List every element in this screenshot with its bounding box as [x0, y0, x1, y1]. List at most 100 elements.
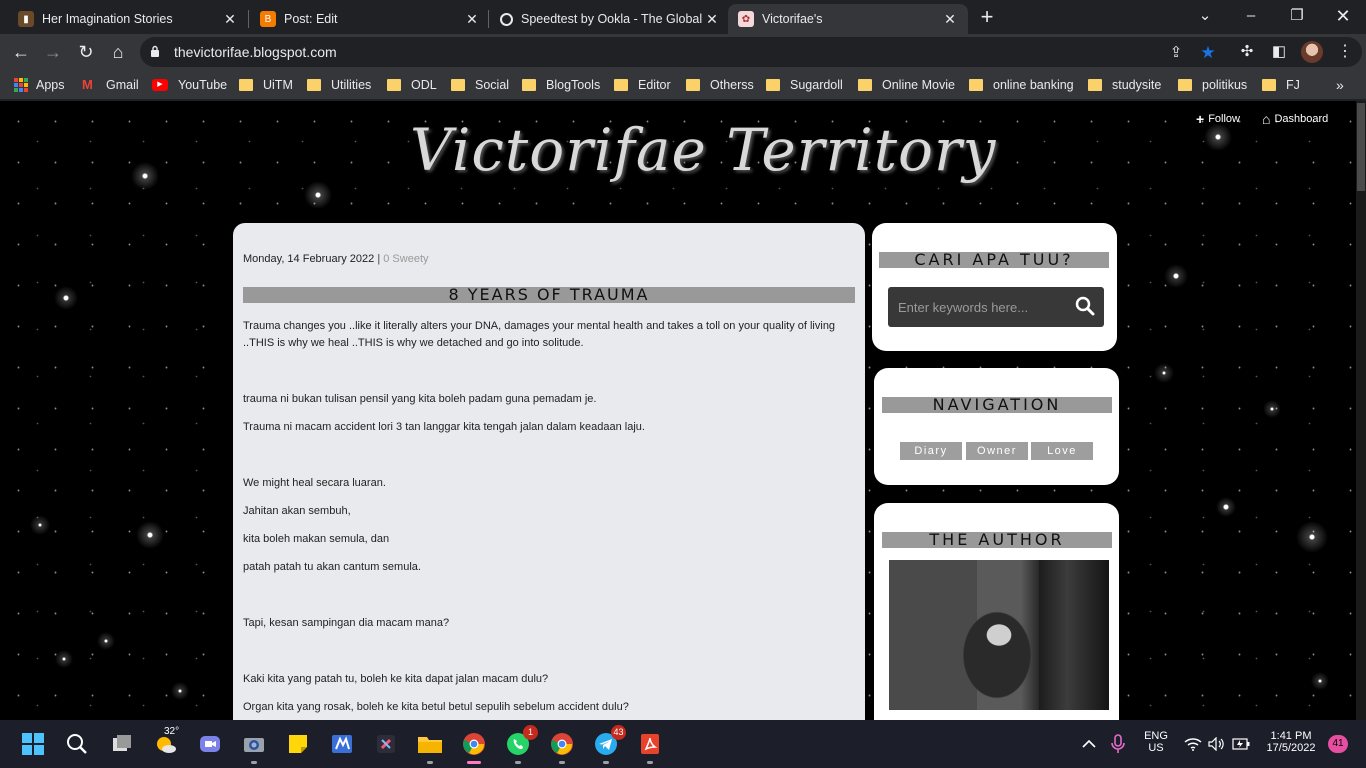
bookmark-apps[interactable]: Apps: [14, 76, 65, 94]
bookmark-uitm[interactable]: UiTM: [239, 76, 293, 94]
share-icon[interactable]: ⇪: [1165, 42, 1187, 64]
close-icon[interactable]: ✕: [222, 11, 238, 27]
bookmark-label: UiTM: [263, 78, 293, 92]
bookmark-utilities[interactable]: Utilities: [307, 76, 371, 94]
camera-app-button[interactable]: [240, 730, 268, 764]
minimize-button[interactable]: –: [1228, 0, 1274, 34]
notification-center-badge[interactable]: 41: [1328, 735, 1348, 753]
whatsapp-button[interactable]: 1: [504, 725, 538, 764]
wifi-icon: [1184, 738, 1202, 751]
running-indicator: [647, 761, 653, 764]
folder-icon: [239, 79, 253, 91]
bookmark-label: ODL: [411, 78, 437, 92]
bookmark-fj[interactable]: FJ: [1262, 76, 1300, 94]
bookmark-editor[interactable]: Editor: [614, 76, 671, 94]
restore-button[interactable]: ❐: [1274, 0, 1320, 34]
bookmark-label: Sugardoll: [790, 78, 843, 92]
book-icon: ▮: [18, 11, 34, 27]
search-heading: CARI APA TUU?: [879, 252, 1109, 268]
clock[interactable]: 1:41 PM 17/5/2022: [1260, 730, 1322, 754]
weather-widget[interactable]: 32°: [152, 726, 180, 758]
close-icon[interactable]: ✕: [704, 11, 720, 27]
post-meta: Monday, 14 February 2022 | 0 Sweety: [243, 253, 429, 265]
tab-her-imagination[interactable]: ▮ Her Imagination Stories ✕: [8, 4, 248, 34]
file-explorer-button[interactable]: [416, 730, 444, 764]
home-button[interactable]: ⌂: [105, 39, 131, 65]
running-indicator: [559, 761, 565, 764]
pdf-reader-button[interactable]: [636, 730, 664, 764]
bookmark-online-banking[interactable]: online banking: [969, 76, 1074, 94]
chrome-profile1-button[interactable]: [460, 730, 488, 764]
post-paragraph: kita boleh makan semula, dan: [243, 533, 390, 545]
sticky-notes-button[interactable]: [284, 730, 312, 758]
tray-overflow-button[interactable]: [1076, 730, 1102, 758]
bookmark-online-movie[interactable]: Online Movie: [858, 76, 955, 94]
bookmark-odl[interactable]: ODL: [387, 76, 437, 94]
nav-owner-button[interactable]: Owner: [966, 442, 1028, 460]
folder-icon: [766, 79, 780, 91]
language-indicator[interactable]: ENG US: [1138, 730, 1174, 754]
bookmarks-overflow-button[interactable]: »: [1336, 76, 1344, 94]
bookmark-otherss[interactable]: Otherss: [686, 76, 754, 94]
reload-button[interactable]: ↻: [73, 39, 99, 65]
tab-post-edit[interactable]: B Post: Edit ✕: [250, 4, 490, 34]
chrome-profile2-button[interactable]: [548, 730, 576, 764]
nav-diary-button[interactable]: Diary: [900, 442, 962, 460]
post-paragraph: Organ kita yang rosak, boleh ke kita bet…: [243, 701, 629, 713]
profile-avatar[interactable]: [1301, 41, 1323, 63]
battery-button[interactable]: [1230, 730, 1252, 758]
scrollbar-thumb[interactable]: [1357, 103, 1365, 191]
search-icon[interactable]: [1074, 295, 1096, 317]
task-view-button[interactable]: [108, 730, 136, 758]
chrome-icon: [551, 733, 573, 755]
bookmark-sugardoll[interactable]: Sugardoll: [766, 76, 843, 94]
folder-icon: [522, 79, 536, 91]
tab-divider: [248, 10, 249, 28]
microphone-button[interactable]: [1106, 730, 1130, 758]
teams-chat-button[interactable]: [196, 730, 224, 758]
close-window-button[interactable]: ✕: [1320, 0, 1366, 34]
bookmark-blogtools[interactable]: BlogTools: [522, 76, 600, 94]
blog-page: + Follow ⌂ Dashboard Victorifae Territor…: [0, 101, 1366, 720]
telegram-button[interactable]: 43: [592, 725, 626, 764]
post-title[interactable]: 8 YEARS OF TRAUMA: [243, 287, 855, 303]
comments-link[interactable]: 0 Sweety: [383, 253, 428, 265]
blog-title[interactable]: Victorifae Territory: [410, 109, 995, 191]
windows-icon: [22, 733, 44, 755]
clock-time: 1:41 PM: [1270, 730, 1312, 742]
sticky-notes-icon: [289, 735, 307, 753]
tab-speedtest[interactable]: Speedtest by Ookla - The Global ✕: [490, 4, 730, 34]
page-scrollbar[interactable]: [1356, 101, 1366, 720]
tab-victorifae[interactable]: ✿ Victorifae's ✕: [728, 4, 968, 34]
post-card: Monday, 14 February 2022 | 0 Sweety 8 YE…: [233, 223, 865, 720]
bookmark-youtube[interactable]: ▶ YouTube: [152, 76, 227, 94]
close-icon[interactable]: ✕: [942, 11, 958, 27]
extensions-icon[interactable]: ✣: [1236, 41, 1258, 63]
bookmark-studysite[interactable]: studysite: [1088, 76, 1161, 94]
folder-icon: [614, 79, 628, 91]
bookmark-social[interactable]: Social: [451, 76, 509, 94]
address-bar[interactable]: thevictorifae.blogspot.com ⇪ ★: [140, 37, 1362, 67]
nav-love-button[interactable]: Love: [1031, 442, 1093, 460]
close-icon[interactable]: ✕: [464, 11, 480, 27]
bookmark-gmail[interactable]: M Gmail: [82, 76, 139, 94]
search-button[interactable]: [63, 730, 91, 758]
wifi-button[interactable]: [1182, 730, 1204, 758]
menu-kebab-icon[interactable]: ⋮: [1334, 41, 1356, 63]
snip-app-button[interactable]: [372, 730, 400, 758]
bookmark-star-icon[interactable]: ★: [1197, 42, 1219, 64]
search-input[interactable]: [898, 295, 1068, 319]
dashboard-link[interactable]: ⌂ Dashboard: [1262, 111, 1328, 127]
tab-search-button[interactable]: ⌄: [1182, 0, 1228, 34]
side-panel-icon[interactable]: ◧: [1268, 41, 1290, 63]
folder-icon: [1088, 79, 1102, 91]
follow-link[interactable]: + Follow: [1196, 111, 1240, 127]
editor-app-button[interactable]: [328, 730, 356, 758]
bookmark-politikus[interactable]: politikus: [1178, 76, 1247, 94]
new-tab-button[interactable]: +: [975, 6, 999, 30]
tab-title: Post: Edit: [284, 12, 338, 26]
start-button[interactable]: [19, 730, 47, 758]
forward-button[interactable]: →: [40, 39, 66, 65]
volume-button[interactable]: [1206, 730, 1228, 758]
back-button[interactable]: ←: [8, 39, 34, 65]
